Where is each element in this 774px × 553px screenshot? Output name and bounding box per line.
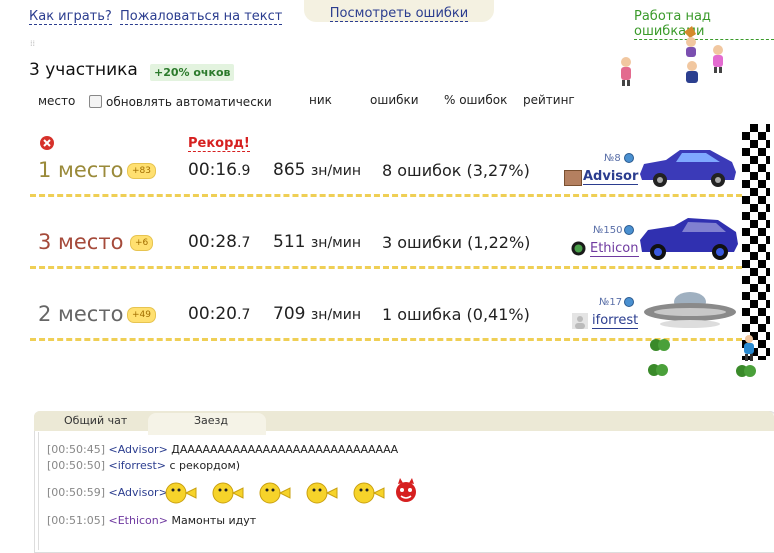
spectators-icon — [621, 26, 723, 86]
player-rank: №8 — [604, 153, 621, 164]
devil-icon — [396, 478, 416, 502]
player-place: 1 место — [38, 158, 124, 182]
player-rank: №150 — [593, 225, 623, 236]
chat-tabs-bar — [34, 411, 774, 431]
player-nick[interactable]: Ethicon — [590, 241, 639, 257]
chat-message: [00:50:59] <Advisor> — [47, 486, 168, 499]
player-errors: 3 ошибки (1,22%) — [382, 233, 531, 252]
bush-icon — [650, 339, 670, 351]
player-time: 00:16.9 — [188, 160, 251, 180]
player-nick[interactable]: Advisor — [583, 169, 639, 185]
player-errors: 8 ошибок (3,27%) — [382, 161, 530, 180]
tab-general-chat[interactable]: Общий чат — [64, 414, 127, 427]
finish-line — [742, 124, 770, 360]
bonus-badge: +20% очков — [150, 64, 235, 81]
chat-message: [00:51:05] <Ethicon> Мамонты идут — [47, 514, 257, 527]
place-bonus-badge: +6 — [130, 235, 154, 251]
header-auto-update: обновлять автоматически — [106, 95, 272, 109]
view-errors-tab[interactable]: Посмотреть ошибки — [304, 0, 494, 22]
avatar[interactable] — [564, 170, 582, 186]
header-rating: рейтинг — [523, 93, 575, 107]
header-errors: ошибки — [370, 93, 419, 107]
player-time: 00:28.7 — [188, 232, 251, 252]
drag-handle-icon[interactable]: ⁞⁞ — [30, 40, 35, 48]
place-bonus-badge: +83 — [127, 163, 156, 179]
car-icon — [640, 150, 736, 187]
chat-user[interactable]: <iforrest> — [109, 459, 167, 472]
auto-update-checkbox[interactable] — [89, 95, 102, 108]
chat-message: [00:50:45] <Advisor> ДАААААААААААААААААА… — [47, 443, 399, 456]
player-rank: №17 — [599, 297, 623, 308]
globe-icon — [624, 153, 634, 163]
default-avatar-icon[interactable] — [572, 313, 588, 329]
header-percent-errors: % ошибок — [444, 93, 508, 107]
complain-link[interactable]: Пожаловаться на текст — [120, 9, 283, 25]
header-nick: ник — [309, 93, 332, 107]
chat-user[interactable]: <Advisor> — [109, 486, 168, 499]
lane-divider — [30, 266, 742, 269]
player-errors: 1 ошибка (0,41%) — [382, 305, 530, 324]
place-bonus-badge: +49 — [127, 307, 156, 323]
chat-user[interactable]: <Advisor> — [109, 443, 168, 456]
player-place: 2 место — [38, 302, 124, 326]
player-nick[interactable]: iforrest — [592, 313, 639, 329]
close-icon[interactable] — [39, 135, 55, 151]
header-place: место — [38, 94, 76, 108]
lane-divider — [30, 338, 742, 341]
player-speed: 709 зн/мин — [273, 304, 361, 324]
bush-icon — [648, 364, 668, 376]
globe-icon — [624, 225, 634, 235]
person-icon — [744, 335, 754, 361]
smiley-emojis — [165, 478, 416, 504]
participants-count: 3 участника — [29, 60, 138, 80]
chat-message: [00:50:50] <iforrest> с рекордом) — [47, 459, 241, 472]
record-label[interactable]: Рекорд! — [188, 137, 250, 152]
view-errors-link[interactable]: Посмотреть ошибки — [329, 6, 469, 22]
player-time: 00:20.7 — [188, 304, 251, 324]
skoda-logo-icon — [571, 241, 586, 256]
ufo-icon — [644, 292, 736, 328]
player-speed: 865 зн/мин — [273, 160, 361, 180]
player-place: 3 место — [38, 230, 124, 254]
chat-user[interactable]: <Ethicon> — [109, 514, 168, 527]
player-speed: 511 зн/мин — [273, 232, 361, 252]
globe-icon — [624, 297, 634, 307]
car-icon — [640, 218, 738, 260]
how-to-play-link[interactable]: Как играть? — [29, 9, 112, 25]
lane-divider — [30, 194, 742, 197]
bush-icon — [736, 365, 756, 377]
smiley-icon — [165, 482, 197, 504]
tab-race-label[interactable]: Заезд — [194, 414, 228, 427]
